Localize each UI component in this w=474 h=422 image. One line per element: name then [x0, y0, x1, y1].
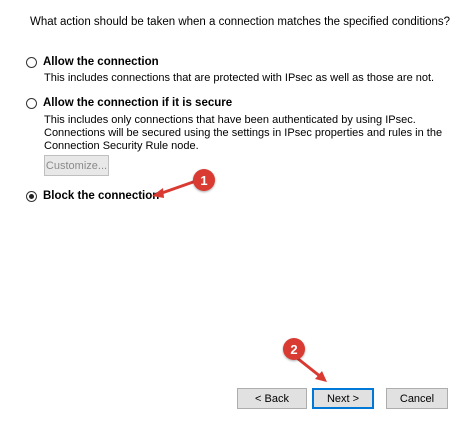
radio-allow-if-secure[interactable]: Allow the connection if it is secure	[26, 97, 232, 109]
radio-allow-connection[interactable]: Allow the connection	[26, 56, 159, 68]
annotation-badge-2: 2	[283, 338, 305, 360]
option-description: This includes only connections that have…	[44, 114, 443, 152]
cancel-button[interactable]: Cancel	[386, 388, 448, 409]
question-text: What action should be taken when a conne…	[30, 16, 451, 28]
radio-block-connection[interactable]: Block the connection	[26, 190, 159, 202]
next-button[interactable]: Next >	[312, 388, 374, 409]
option-label: Block the connection	[43, 190, 160, 202]
radio-button[interactable]	[26, 56, 37, 68]
back-button[interactable]: < Back	[237, 388, 307, 409]
option-label: Allow the connection if it is secure	[43, 97, 233, 109]
radio-button[interactable]	[26, 97, 37, 109]
annotation-arrow-2	[295, 356, 327, 382]
option-description: This includes connections that are prote…	[44, 72, 435, 84]
option-label: Allow the connection	[43, 56, 159, 68]
radio-button-selected[interactable]	[26, 190, 37, 202]
customize-button: Customize...	[44, 155, 109, 176]
annotation-badge-1: 1	[193, 169, 215, 191]
